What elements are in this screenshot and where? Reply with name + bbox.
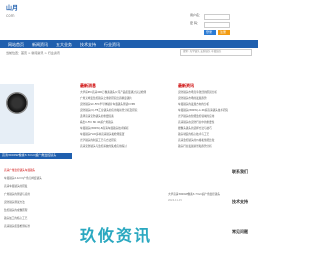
news-item[interactable]: 车载镜头FLIR多种高清镜头和检测装置 <box>80 133 124 137</box>
sidebar-title-faq: 常见问题 <box>232 229 248 234</box>
recommend-item[interactable]: 光学镜头在智能监控领域的应用 <box>178 115 214 119</box>
lens-image <box>6 92 28 114</box>
news-item[interactable]: 安防镜头SC-FPC半导体镜片车载镜头测试CVPR <box>80 103 135 107</box>
recommend-item[interactable]: 车载镜头(800W)-A 4K超高清镜头技术研究 <box>178 109 228 113</box>
nav-item-support[interactable]: 技术支持 <box>80 42 96 48</box>
main-nav: 网站首页 新闻资讯 五大业务 技术支持 行业资讯 <box>0 40 258 48</box>
search-placeholder: 搜索: 光学镜头 安防镜头 车载镜头 <box>183 50 222 53</box>
username-input[interactable] <box>204 14 230 20</box>
site-logo-sub: com <box>6 13 15 18</box>
nav-item-business[interactable]: 五大业务 <box>56 42 72 48</box>
search-input[interactable]: 搜索: 光学镜头 安防镜头 车载镜头 <box>180 49 252 56</box>
recommend-item[interactable]: 安防镜头市场的发展趋势 <box>178 97 207 101</box>
recommend-item[interactable]: 安防镜头市场竞争激烈的原因分析 <box>178 91 217 95</box>
site-logo[interactable]: 山月 <box>6 6 18 12</box>
register-button-label: 注册 <box>220 30 227 34</box>
news-item[interactable]: 看出C-FIC 8K 4K超广角镜头 <box>80 121 113 125</box>
watermark: 玖攸资讯 <box>80 226 153 245</box>
nav-item-home[interactable]: 网站首页 <box>8 42 24 48</box>
recommend-item[interactable]: 车载镜头的发展方向的分析 <box>178 103 209 107</box>
news-item[interactable]: 选择高清安防镜头的重要因素 <box>80 115 114 119</box>
lower-list-item[interactable]: 高清广角监控镜头车载镜头 <box>4 169 35 173</box>
lower-list-item[interactable]: 监控镜头的成像原理 <box>4 209 27 213</box>
login-button[interactable]: 登录 <box>204 30 216 35</box>
lower-middle-item[interactable]: 大华高清3000W像素3.7mm超广角监控镜头 <box>168 193 220 197</box>
password-input[interactable] <box>204 22 230 28</box>
pass-label: 密 码： <box>190 21 200 25</box>
recommend-item[interactable]: 镜头制造的核心技术与工艺 <box>178 133 209 137</box>
news-item[interactable]: 光学镜头的制造工艺与方法研究 <box>80 139 116 143</box>
login-button-label: 登录 <box>206 30 213 34</box>
news-item[interactable]: 安防镜头(C)-FB工业镜头的应用和前景分析及研究 <box>80 109 137 113</box>
news-item[interactable]: 大华获IPC高清400万像素镜头公司产品质量通过认证检测 <box>80 91 146 95</box>
breadcrumb: 当前位置：首页 > 新闻资讯 > 行业资讯 <box>6 51 60 55</box>
sidebar-title-contact: 联系我们 <box>232 169 248 174</box>
recommend-item[interactable]: 高清监控镜头的价格和性能比较 <box>178 139 214 143</box>
nav-item-news[interactable]: 新闻资讯 <box>32 42 48 48</box>
recommend-title: 最新资讯 <box>178 83 194 88</box>
image-caption-bar: 高清3000W像素3.7mm超广角监控镜头 <box>0 153 72 159</box>
latest-news-title: 最新消息 <box>80 83 96 88</box>
lower-list-item[interactable]: 广角镜头的测试与应用 <box>4 193 30 197</box>
lower-list-item[interactable]: 安防镜头测试方法 <box>4 201 25 205</box>
image-caption: 高清3000W像素3.7mm超广角监控镜头 <box>2 153 57 157</box>
sidebar-title-support: 技术支持 <box>232 199 248 204</box>
lower-middle-date: 2024-11-15 <box>168 199 182 202</box>
lower-list-item[interactable]: 镜头加工的核心工艺 <box>4 217 27 221</box>
lower-list-item[interactable]: 车载镜头2.1mm广角无畸变镜头 <box>4 177 42 181</box>
recommend-item[interactable]: 镜头行业发展前景和趋势分析 <box>178 145 212 149</box>
lower-list-item[interactable]: 高清镜头质量检测标准 <box>4 225 30 229</box>
news-item[interactable]: 广角无畸变监控镜头之重新研究出高精度镜片 <box>80 97 132 101</box>
nav-item-industry[interactable]: 行业资讯 <box>104 42 120 48</box>
lower-list-item[interactable]: 高清车载镜头的研发 <box>4 185 27 189</box>
register-button[interactable]: 注册 <box>218 30 230 35</box>
news-item[interactable]: 车载镜头(800W)-B高清车载镜头技术解析 <box>80 127 129 131</box>
news-item[interactable]: 高清安防镜头与监控系统的集成应用探讨 <box>80 145 127 149</box>
user-label: 用户名： <box>190 13 203 17</box>
recommend-item[interactable]: 高清镜头在安防行业中的重要性 <box>178 121 214 125</box>
recommend-item[interactable]: 摄像头镜头的选择方法与技巧 <box>178 127 212 131</box>
login-box: 用户名： 密 码： 登录 注册 <box>190 14 250 36</box>
